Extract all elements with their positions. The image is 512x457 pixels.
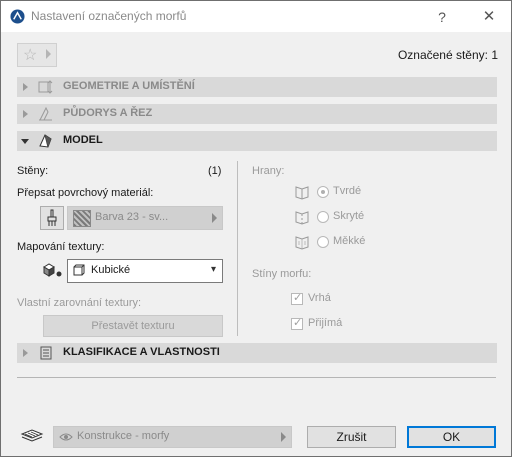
ok-button[interactable]: OK xyxy=(407,426,496,448)
section-label: KLASIFIKACE A VLASTNOSTI xyxy=(63,346,220,358)
floorplan-icon xyxy=(39,106,52,121)
arrow-right-icon xyxy=(212,213,217,223)
cancel-button[interactable]: Zrušit xyxy=(307,426,396,448)
cube-icon xyxy=(73,264,85,276)
section-geometry[interactable]: GEOMETRIE A UMÍSTĚNÍ xyxy=(17,77,497,97)
layer-icon xyxy=(20,429,44,442)
soft-edge-icon xyxy=(295,236,309,250)
texture-mapping-icon xyxy=(43,263,62,277)
surface-material-dropdown[interactable]: Barva 23 - sv... xyxy=(67,206,223,230)
close-button[interactable]: ✕ xyxy=(478,7,500,27)
geometry-icon xyxy=(38,80,53,94)
material-value: Barva 23 - sv... xyxy=(95,211,169,223)
texture-mapping-select[interactable]: Kubické ▾ xyxy=(67,259,223,283)
edge-option-label: Měkké xyxy=(333,235,366,247)
expand-arrow-icon xyxy=(23,349,28,357)
eye-icon xyxy=(59,433,73,441)
list-icon xyxy=(40,346,52,360)
faces-label: Stěny: xyxy=(17,165,49,177)
edge-radio-soft[interactable] xyxy=(317,236,329,248)
arrow-right-icon xyxy=(281,432,286,442)
faces-count: (1) xyxy=(208,165,222,177)
texture-mapping-value: Kubické xyxy=(91,264,131,276)
collapse-arrow-icon xyxy=(21,139,29,144)
section-label: GEOMETRIE A UMÍSTĚNÍ xyxy=(63,80,195,92)
edges-label: Hrany: xyxy=(252,165,285,177)
expand-arrow-icon xyxy=(23,110,28,118)
override-material-label: Přepsat povrchový materiál: xyxy=(17,187,154,199)
material-swatch xyxy=(73,210,91,227)
help-button[interactable]: ? xyxy=(431,7,453,27)
favorites-button[interactable]: ☆ xyxy=(17,43,57,67)
rebuild-texture-button[interactable]: Přestavět texturu xyxy=(43,315,223,337)
settings-dialog: Nastavení označených morfů ? ✕ ☆ Označen… xyxy=(0,0,512,457)
check-icon: ✓ xyxy=(293,292,303,304)
shadow-option-label: Vrhá xyxy=(308,292,331,304)
arrow-right-icon xyxy=(46,49,51,59)
brush-icon xyxy=(47,209,57,226)
override-material-toggle[interactable] xyxy=(40,206,64,230)
check-icon: ✓ xyxy=(293,317,303,329)
shadow-receive-checkbox[interactable]: ✓ xyxy=(291,317,303,330)
section-classification[interactable]: KLASIFIKACE A VLASTNOSTI xyxy=(17,343,497,363)
model-icon xyxy=(39,134,52,148)
shadow-option-label: Přijímá xyxy=(308,317,343,329)
layer-dropdown[interactable]: Konstrukce - morfy xyxy=(53,426,292,448)
column-divider xyxy=(237,161,238,336)
shadow-cast-checkbox[interactable]: ✓ xyxy=(291,292,303,305)
section-floorplan[interactable]: PŮDORYS A ŘEZ xyxy=(17,104,497,124)
chevron-down-icon: ▾ xyxy=(210,264,216,275)
shadows-label: Stíny morfu: xyxy=(252,268,312,280)
edge-radio-hidden[interactable] xyxy=(317,211,329,223)
selected-count: Označené stěny: 1 xyxy=(397,48,498,62)
section-label: MODEL xyxy=(63,134,103,146)
layer-value: Konstrukce - morfy xyxy=(77,430,170,442)
star-icon: ☆ xyxy=(23,47,38,64)
edge-option-label: Tvrdé xyxy=(333,185,362,197)
footer-divider xyxy=(17,377,496,378)
edge-option-label: Skryté xyxy=(333,210,365,222)
custom-alignment-label: Vlastní zarovnání textury: xyxy=(17,297,142,309)
hidden-edge-icon xyxy=(295,211,309,225)
expand-arrow-icon xyxy=(23,83,28,91)
section-label: PŮDORYS A ŘEZ xyxy=(63,107,153,119)
texture-mapping-label: Mapování textury: xyxy=(17,241,105,253)
hard-edge-icon xyxy=(295,186,309,200)
edge-radio-hard[interactable] xyxy=(317,186,329,198)
archicad-logo-icon xyxy=(10,9,25,24)
window-title: Nastavení označených morfů xyxy=(31,9,187,23)
section-model[interactable]: MODEL xyxy=(17,131,497,151)
title-bar: Nastavení označených morfů ? ✕ xyxy=(1,1,511,32)
